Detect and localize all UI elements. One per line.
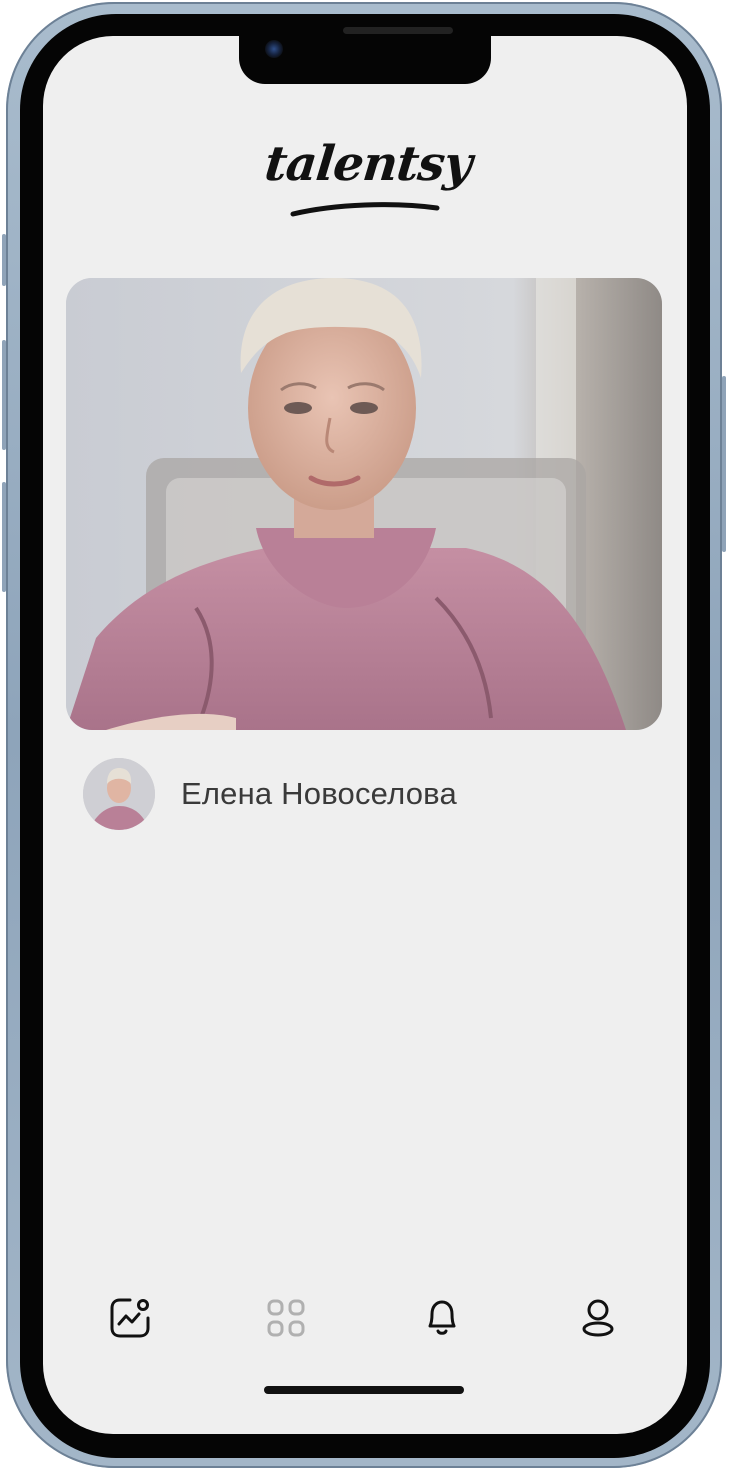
profile-icon [582, 1299, 614, 1337]
volume-down-button [2, 482, 6, 592]
camera-icon [265, 40, 283, 58]
app-logo: talentsy [262, 136, 474, 226]
app-screen: talentsy Елена Новоселова [43, 36, 687, 1434]
avatar-photo [83, 758, 155, 830]
home-indicator [264, 1386, 464, 1394]
power-button [722, 376, 726, 552]
bottom-tab-bar [43, 1294, 687, 1342]
avatar[interactable] [83, 758, 155, 830]
post-author[interactable]: Елена Новоселова [83, 758, 457, 830]
tab-analytics[interactable] [106, 1294, 154, 1342]
tab-catalog[interactable] [262, 1294, 310, 1342]
speaker-grille [343, 27, 453, 34]
tab-notifications[interactable] [418, 1294, 466, 1342]
bell-icon [428, 1300, 456, 1335]
notch [239, 36, 491, 84]
grid-icon [267, 1299, 305, 1337]
analytics-icon [110, 1298, 150, 1338]
author-name[interactable]: Елена Новоселова [181, 776, 457, 812]
tab-profile[interactable] [574, 1294, 622, 1342]
portrait-photo [66, 278, 662, 730]
post-cover-image[interactable] [66, 278, 662, 730]
side-button [2, 234, 6, 286]
logo-swash-icon [290, 202, 440, 217]
volume-up-button [2, 340, 6, 450]
